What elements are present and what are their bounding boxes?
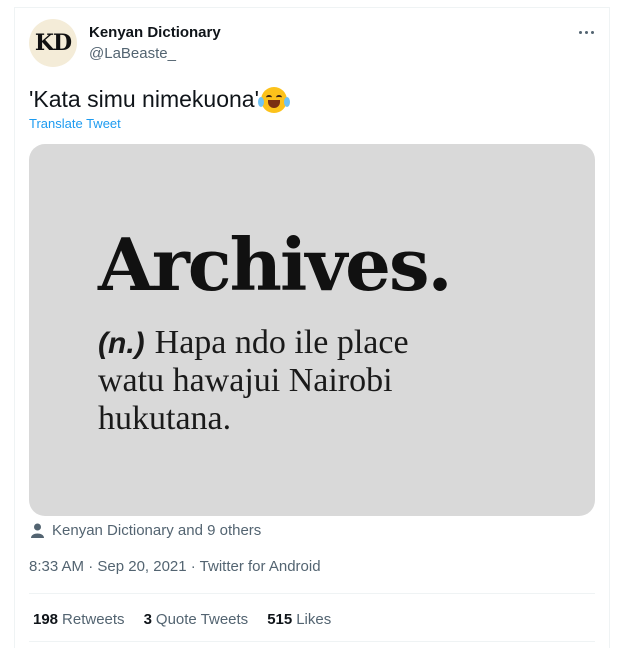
person-icon bbox=[31, 523, 44, 538]
dictionary-word: Archives. bbox=[98, 222, 453, 307]
avatar[interactable]: KD bbox=[29, 19, 77, 67]
tweet-text: 'Kata simu nimekuona' bbox=[29, 86, 290, 113]
more-options-icon[interactable] bbox=[573, 22, 599, 42]
divider bbox=[29, 641, 595, 642]
definition-line-2: watu hawajui Nairobi bbox=[98, 362, 393, 399]
quote-tweets-stat[interactable]: 3 Quote Tweets bbox=[144, 611, 249, 628]
divider bbox=[29, 593, 595, 594]
tweet-timestamp[interactable]: 8:33 AM · Sep 20, 2021 · Twitter for And… bbox=[29, 558, 321, 575]
retweets-stat[interactable]: 198 Retweets bbox=[33, 611, 125, 628]
translate-tweet-link[interactable]: Translate Tweet bbox=[29, 116, 121, 131]
definition-line-1: (n.) Hapa ndo ile place bbox=[98, 324, 409, 361]
tweet-text-body: 'Kata simu nimekuona' bbox=[29, 86, 259, 112]
tweet-image[interactable]: Archives. (n.) Hapa ndo ile place watu ha… bbox=[29, 144, 595, 516]
likes-stat[interactable]: 515 Likes bbox=[267, 611, 331, 628]
definition-line-3: hukutana. bbox=[98, 400, 232, 437]
tweet-stats: 198 Retweets 3 Quote Tweets 515 Likes bbox=[33, 611, 331, 628]
tears-of-joy-emoji-icon bbox=[257, 86, 290, 113]
display-name[interactable]: Kenyan Dictionary bbox=[89, 24, 221, 41]
tagged-users-label: Kenyan Dictionary and 9 others bbox=[52, 522, 262, 539]
part-of-speech: (n.) bbox=[98, 327, 145, 360]
user-handle[interactable]: @LaBeaste_ bbox=[89, 45, 176, 62]
tagged-users[interactable]: Kenyan Dictionary and 9 others bbox=[31, 522, 261, 539]
